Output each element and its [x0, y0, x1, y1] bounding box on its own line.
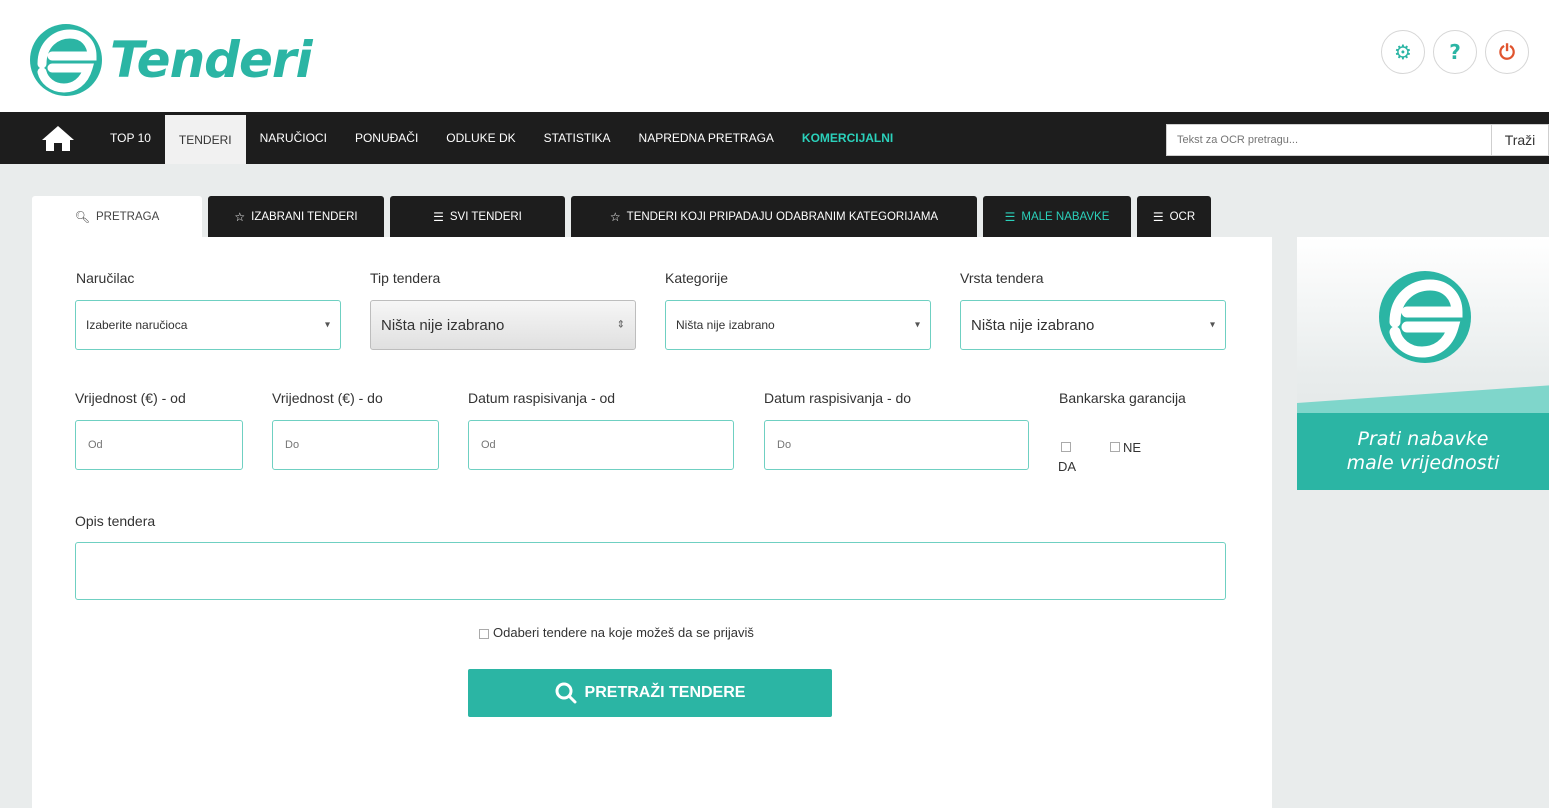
caret-down-icon: ▾	[1209, 319, 1215, 331]
power-icon: ⏻	[1499, 40, 1515, 64]
tab-izabrani-tenderi[interactable]: ☆ IZABRANI TENDERI	[208, 196, 384, 238]
tab-pretraga[interactable]: 🔍︎ PRETRAGA	[32, 196, 202, 238]
nav-items: TOP 10 TENDERI NARUČIOCI PONUĐAČI ODLUKE…	[96, 112, 907, 164]
star-icon: ☆	[609, 210, 621, 224]
list-icon: ☰	[1152, 210, 1164, 224]
tab-label: PRETRAGA	[95, 211, 160, 223]
home-icon[interactable]	[38, 124, 78, 152]
narucilac-select[interactable]: Izaberite naručioca ▾	[75, 300, 341, 350]
tab-label: IZABRANI TENDERI	[251, 211, 358, 223]
prijava-checkbox-label: Odaberi tendere na koje možeš da se prij…	[493, 625, 754, 640]
star-icon: ☆	[234, 210, 246, 224]
help-icon: ?	[1449, 40, 1461, 64]
ocr-search-input[interactable]	[1166, 124, 1492, 156]
tab-label: SVI TENDERI	[449, 211, 522, 223]
kategorije-label: Kategorije	[665, 270, 729, 286]
tab-label: TENDERI KOJI PRIPADAJU ODABRANIM KATEGOR…	[626, 211, 939, 223]
help-button[interactable]: ?	[1433, 30, 1477, 74]
banner-line-1: Prati nabavke	[1357, 428, 1489, 450]
settings-icon: ⚙	[1394, 40, 1412, 64]
logo-e-icon	[30, 24, 102, 96]
caret-down-icon: ▾	[914, 319, 920, 331]
vrsta-tendera-select[interactable]: Ništa nije izabrano ▾	[960, 300, 1226, 350]
updown-icon: ⇕	[616, 319, 625, 331]
nav-item-narucioci[interactable]: NARUČIOCI	[246, 112, 341, 164]
settings-button[interactable]: ⚙	[1381, 30, 1425, 74]
vrsta-tendera-label: Vrsta tendera	[960, 270, 1044, 286]
datum-od-label: Datum raspisivanja - od	[468, 390, 616, 406]
header-actions: ⚙ ? ⏻	[1381, 30, 1529, 74]
banner-text: Prati nabavke male vrijednosti	[1297, 427, 1549, 475]
content-tabs: 🔍︎ PRETRAGA ☆ IZABRANI TENDERI ☰ SVI TEN…	[32, 196, 1217, 238]
list-icon: ☰	[433, 210, 444, 224]
list-icon: ☰	[1004, 210, 1016, 224]
tab-label: MALE NABAVKE	[1021, 211, 1110, 223]
garancija-da-label: DA	[1058, 459, 1077, 474]
garancija-da-checkbox[interactable]	[1061, 442, 1071, 452]
bankarska-garancija-label: Bankarska garancija	[1059, 390, 1186, 406]
datum-do-input[interactable]	[764, 420, 1029, 470]
logo-e-icon	[1379, 271, 1471, 363]
garancija-ne-label: NE	[1123, 440, 1142, 455]
narucilac-label: Naručilac	[76, 270, 135, 286]
vrijednost-do-label: Vrijednost (€) - do	[272, 390, 383, 406]
tab-male-nabavke[interactable]: ☰ MALE NABAVKE	[983, 196, 1131, 238]
nav-item-ponudjaci[interactable]: PONUĐAČI	[341, 112, 432, 164]
nav-item-statistika[interactable]: STATISTIKA	[530, 112, 625, 164]
nav-item-tenderi[interactable]: TENDERI	[164, 112, 246, 164]
kategorije-value: Ništa nije izabrano	[676, 318, 775, 332]
datum-do-label: Datum raspisivanja - do	[764, 390, 912, 406]
datum-od-input[interactable]	[468, 420, 734, 470]
tip-tendera-select[interactable]: Ništa nije izabrano ⇕	[370, 300, 636, 350]
caret-down-icon: ▾	[324, 319, 330, 331]
prijava-checkbox[interactable]	[479, 629, 489, 639]
ocr-search-button[interactable]: Traži	[1492, 124, 1549, 156]
search-panel: Naručilac Izaberite naručioca ▾ Tip tend…	[32, 237, 1272, 808]
male-nabavke-banner[interactable]: Prati nabavke male vrijednosti	[1297, 237, 1549, 490]
opis-tendera-textarea[interactable]	[75, 542, 1226, 600]
search-icon	[555, 682, 577, 704]
kategorije-select[interactable]: Ništa nije izabrano ▾	[665, 300, 931, 350]
vrijednost-od-input[interactable]	[75, 420, 243, 470]
banner-line-2: male vrijednosti	[1346, 452, 1500, 474]
vrijednost-od-label: Vrijednost (€) - od	[75, 390, 186, 406]
nav-item-odluke-dk[interactable]: ODLUKE DK	[432, 112, 529, 164]
pretrazi-tendere-button[interactable]: PRETRAŽI TENDERE	[468, 669, 832, 717]
tab-label: OCR	[1169, 211, 1196, 223]
tab-ocr[interactable]: ☰ OCR	[1137, 196, 1211, 238]
tab-kategorije-tenderi[interactable]: ☆ TENDERI KOJI PRIPADAJU ODABRANIM KATEG…	[571, 196, 977, 238]
tip-tendera-label: Tip tendera	[370, 270, 441, 286]
opis-tendera-label: Opis tendera	[75, 513, 156, 529]
logo[interactable]: Tenderi	[26, 20, 313, 100]
tip-tendera-value: Ništa nije izabrano	[381, 316, 505, 334]
pretrazi-tendere-label: PRETRAŽI TENDERE	[584, 684, 746, 701]
top-header: Tenderi ⚙ ? ⏻	[0, 0, 1549, 112]
narucilac-value: Izaberite naručioca	[86, 318, 188, 332]
logo-text: Tenderi	[110, 31, 313, 89]
vrsta-tendera-value: Ništa nije izabrano	[971, 316, 1095, 334]
search-icon: 🔍︎	[74, 210, 90, 224]
nav-item-napredna-pretraga[interactable]: NAPREDNA PRETRAGA	[625, 112, 788, 164]
logout-button[interactable]: ⏻	[1485, 30, 1529, 74]
nav-item-top10[interactable]: TOP 10	[96, 112, 165, 164]
tab-svi-tenderi[interactable]: ☰ SVI TENDERI	[390, 196, 565, 238]
nav-item-komercijalni[interactable]: KOMERCIJALNI	[788, 112, 907, 164]
garancija-ne-checkbox[interactable]	[1110, 442, 1120, 452]
vrijednost-do-input[interactable]	[272, 420, 439, 470]
